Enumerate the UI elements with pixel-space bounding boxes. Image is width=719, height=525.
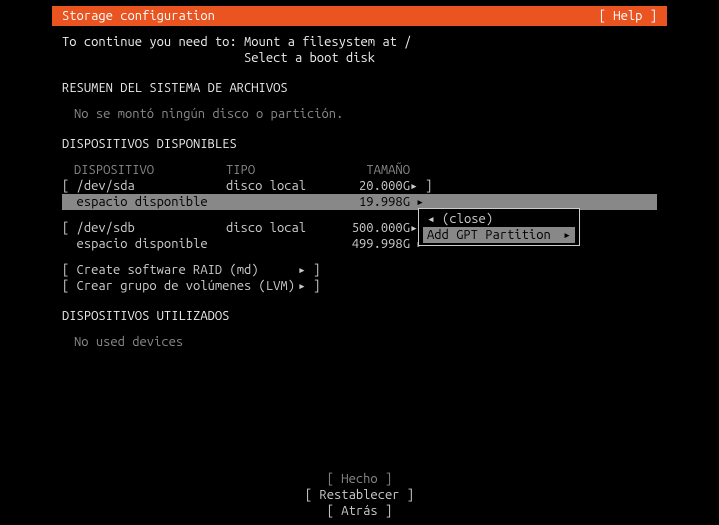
create-lvm[interactable]: [ Crear grupo de volúmenes (LVM) ▸ ] bbox=[62, 278, 657, 294]
help-button[interactable]: [ Help ] bbox=[599, 6, 657, 26]
back-button[interactable]: [ Atrás ] bbox=[52, 503, 667, 519]
intro-line-2: Select a boot disk bbox=[62, 50, 657, 66]
menu-close[interactable]: ◂ (close) bbox=[423, 211, 575, 227]
menu-add-gpt-partition[interactable]: Add GPT Partition ▸ bbox=[423, 227, 575, 243]
context-menu: ◂ (close) Add GPT Partition ▸ bbox=[418, 208, 580, 246]
create-raid[interactable]: [ Create software RAID (md) ▸ ] bbox=[62, 262, 657, 278]
footer-buttons: [ Hecho ] [ Restablecer ] [ Atrás ] bbox=[52, 471, 667, 519]
available-heading: DISPOSITIVOS DISPONIBLES bbox=[62, 136, 657, 152]
chevron-right-icon: ▸ ] bbox=[298, 278, 320, 294]
device-sda[interactable]: [ /dev/sda disco local 20.000G ▸ ] bbox=[62, 178, 657, 194]
title-bar: Storage configuration [ Help ] bbox=[52, 6, 667, 26]
done-button[interactable]: [ Hecho ] bbox=[52, 471, 667, 487]
chevron-right-icon: ▸ ] bbox=[410, 178, 430, 194]
col-tipo: TIPO bbox=[226, 162, 334, 178]
used-heading: DISPOSITIVOS UTILIZADOS bbox=[62, 308, 657, 324]
summary-heading: RESUMEN DEL SISTEMA DE ARCHIVOS bbox=[62, 80, 657, 96]
col-dev: DISPOSITIVO bbox=[62, 162, 226, 178]
column-headers: DISPOSITIVO TIPO TAMAÑO bbox=[62, 162, 657, 178]
col-tam: TAMAÑO bbox=[334, 162, 410, 178]
reset-button[interactable]: [ Restablecer ] bbox=[52, 487, 667, 503]
intro-line-1: To continue you need to: Mount a filesys… bbox=[62, 34, 657, 50]
page-title: Storage configuration bbox=[62, 6, 215, 26]
chevron-right-icon: ▸ ] bbox=[298, 262, 320, 278]
used-none: No used devices bbox=[62, 334, 657, 350]
summary-none: No se montó ningún disco o partición. bbox=[62, 106, 657, 122]
chevron-right-icon: ▸ bbox=[563, 227, 571, 243]
